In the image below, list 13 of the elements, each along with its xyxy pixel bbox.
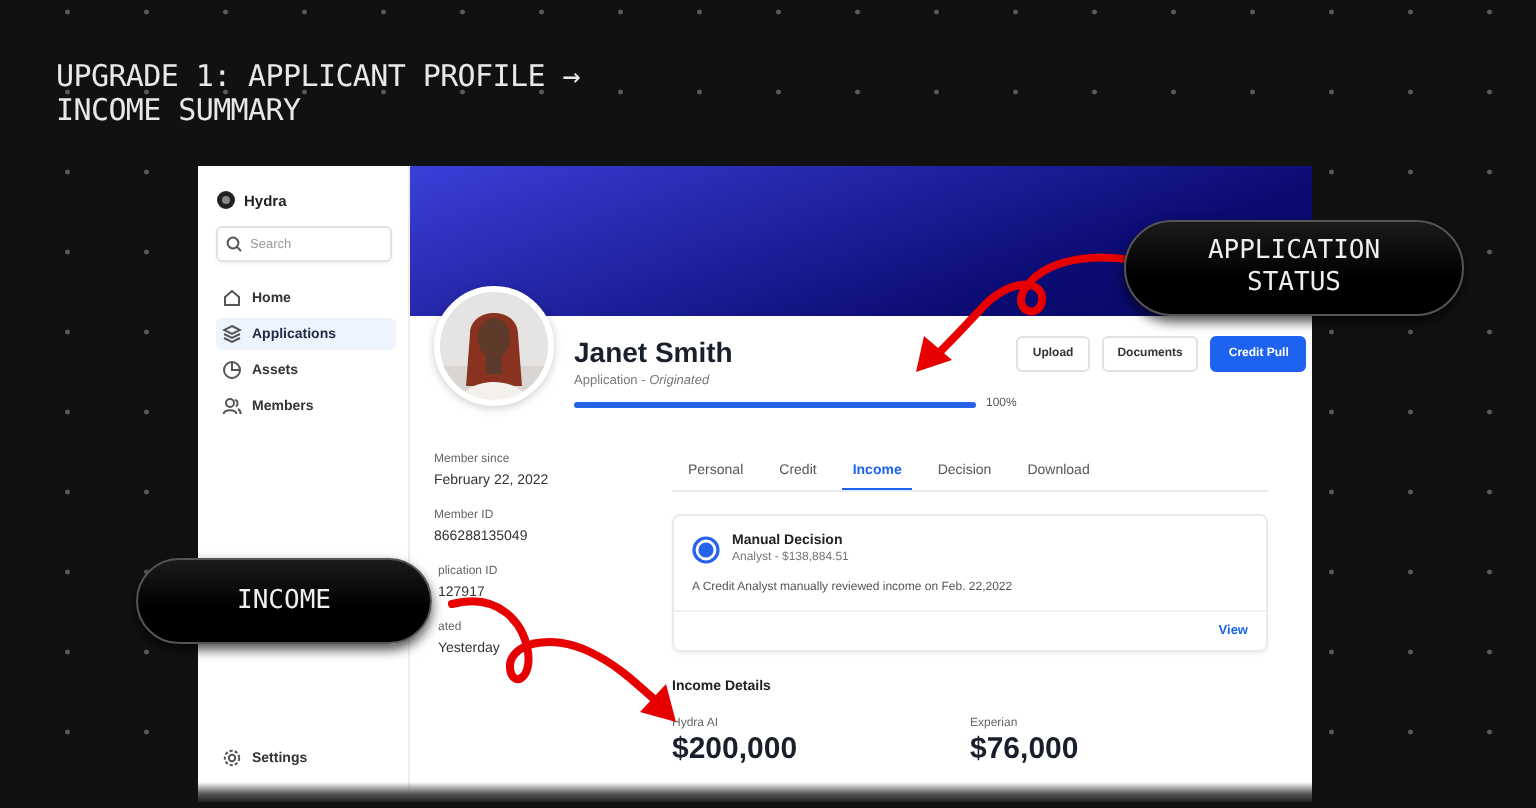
pie-chart-icon xyxy=(222,360,242,380)
income-amount: $200,000 xyxy=(672,732,800,766)
logo-icon xyxy=(216,190,236,210)
home-icon xyxy=(222,288,242,308)
headline: UPGRADE 1: APPLICANT PROFILE → INCOME SUMMARY xyxy=(56,60,582,132)
income-amount: $76,000 xyxy=(970,732,1081,766)
gear-icon xyxy=(222,748,242,768)
radio-icon xyxy=(692,535,720,563)
users-icon xyxy=(222,396,242,416)
callout-label: APPLICATION STATUS xyxy=(1124,220,1464,316)
applicant-name: Janet Smith xyxy=(574,336,735,370)
callout-label: INCOME xyxy=(136,558,432,644)
layers-icon xyxy=(222,324,242,344)
